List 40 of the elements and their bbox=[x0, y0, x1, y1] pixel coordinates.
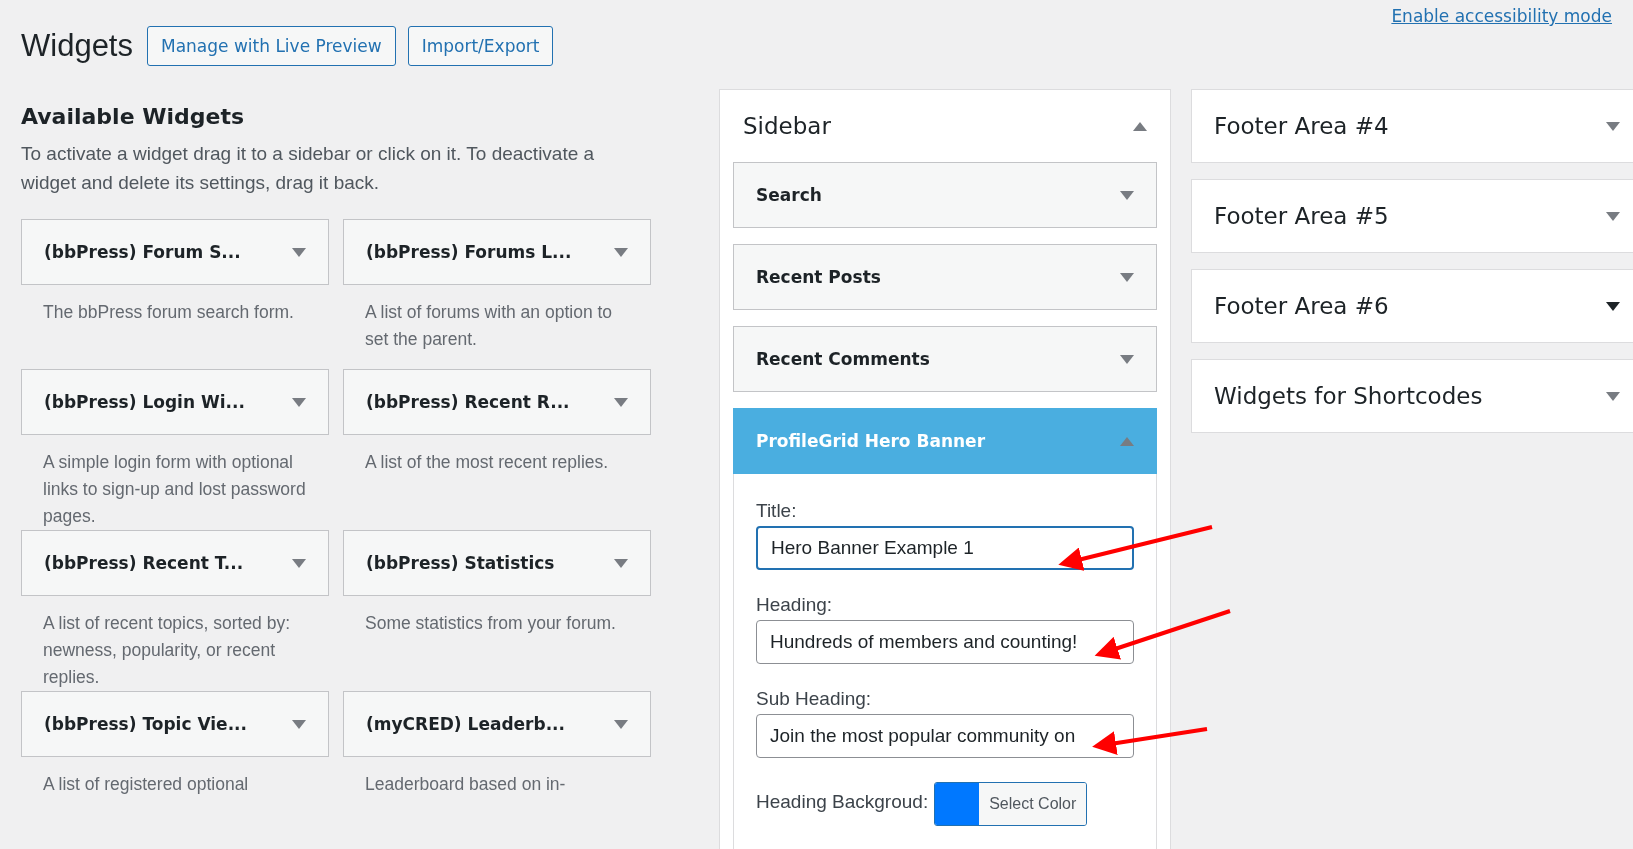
widget-area[interactable]: Footer Area #6 bbox=[1191, 269, 1633, 343]
widget-item[interactable]: (bbPress) Recent T... bbox=[21, 530, 329, 596]
text-field[interactable]: Hundreds of members and counting! bbox=[756, 620, 1134, 664]
header-button[interactable]: Manage with Live Preview bbox=[147, 26, 396, 66]
widget-item[interactable]: (bbPress) Recent R... bbox=[343, 369, 651, 435]
widget-area[interactable]: Footer Area #5 bbox=[1191, 179, 1633, 253]
field-label: Sub Heading: bbox=[756, 688, 873, 710]
widget-item[interactable]: (myCRED) Leaderb... bbox=[343, 691, 651, 757]
widget-area[interactable]: Widgets for Shortcodes bbox=[1191, 359, 1633, 433]
widget-description: A list of recent topics, sorted by: newness, popularity, or recent replies. bbox=[42, 612, 292, 689]
widget-item[interactable]: (bbPress) Forums L... bbox=[343, 219, 651, 285]
field-label: Heading: bbox=[756, 594, 834, 616]
section-title: Available Widgets bbox=[21, 104, 246, 129]
widget-item[interactable]: (bbPress) Statistics bbox=[343, 530, 651, 596]
text-field[interactable]: Join the most popular community on bbox=[756, 714, 1134, 758]
expand-arrow-icon[interactable] bbox=[1606, 301, 1620, 311]
page-title: Widgets bbox=[21, 28, 133, 64]
widget-description: A list of forums with an option to set the parent. bbox=[364, 301, 614, 351]
field-label: Title: bbox=[756, 500, 798, 522]
accessibility-mode-link[interactable]: Enable accessibility mode bbox=[1391, 6, 1612, 26]
widget-area[interactable]: Footer Area #4 bbox=[1191, 89, 1633, 163]
field-label: Heading Backgroud: bbox=[756, 791, 929, 813]
widget-item[interactable]: (bbPress) Login Wi... bbox=[21, 369, 329, 435]
widget-description: Some statistics from your forum. bbox=[364, 612, 617, 635]
widget-item[interactable]: (bbPress) Topic Vie... bbox=[21, 691, 329, 757]
sidebar-widget[interactable]: Recent Posts bbox=[733, 244, 1157, 310]
widget-item[interactable]: (bbPress) Forum S... bbox=[21, 219, 329, 285]
text-field[interactable]: Hero Banner Example 1 bbox=[756, 526, 1134, 570]
widget-description: A list of registered optional bbox=[42, 773, 250, 796]
widget-description: A list of the most recent replies. bbox=[364, 451, 610, 474]
widget-description: Leaderboard based on in- bbox=[364, 773, 567, 796]
sidebar-title: Sidebar bbox=[743, 113, 831, 139]
header-button[interactable]: Import/Export bbox=[407, 26, 554, 66]
widget-description: A simple login form with optional links to sign-up and lost password pages. bbox=[42, 451, 307, 528]
section-description: To activate a widget drag it to a sidebar or click on it. To deactivate a widget and delete its settings, drag it back. bbox=[21, 142, 596, 195]
widget-description: The bbPress forum search form. bbox=[42, 301, 295, 324]
collapse-arrow-icon[interactable] bbox=[1133, 121, 1147, 131]
sidebar-widget[interactable]: Recent Comments bbox=[733, 326, 1157, 392]
color-picker-button[interactable]: Select Color bbox=[934, 782, 1088, 826]
sidebar-widget[interactable]: Search bbox=[733, 162, 1157, 228]
